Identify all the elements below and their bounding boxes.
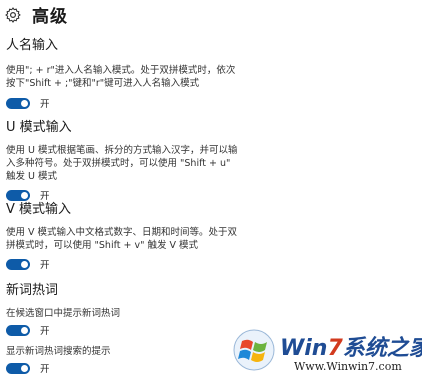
gear-icon [5,6,21,23]
toggle-state-label: 开 [40,260,50,271]
toggle-knob [21,326,28,334]
u-mode-toggle[interactable] [6,189,30,201]
section-title: U 模式输入 [6,120,72,135]
toggle-knob [21,191,28,199]
search-hint-toggle[interactable] [6,362,30,374]
toggle-state-label: 开 [40,99,50,110]
candidate-hint-label: 在候选窗口中提示新词热词 [6,308,121,319]
name-input-toggle[interactable] [6,97,30,109]
settings-page: 高级 人名输入 使用"; + r"进入人名输入模式。处于双拼模式时，依次按下"S… [0,0,422,382]
page-title: 高级 [32,7,68,27]
watermark-url: Www.Winwin7.com [294,360,402,373]
page-header: 高级 [4,2,68,27]
section-u-mode: U 模式输入 使用 U 模式根据笔画、拆分的方式输入汉字，并可以输入多种符号。处… [6,120,416,202]
section-description: 使用 U 模式根据笔画、拆分的方式输入汉字，并可以输入多种符号。处于双拼模式时，… [6,145,238,182]
toggle-state-label: 开 [40,326,50,337]
candidate-hint-toggle[interactable] [6,324,30,336]
section-v-mode: V 模式输入 使用 V 模式输入中文格式数字、日期和时间等。处于双拼模式时，可以… [6,202,416,271]
toggle-state-label: 开 [40,364,50,375]
windows-logo-icon [233,329,275,371]
toggle-knob [21,99,28,107]
section-title: V 模式输入 [6,202,72,217]
v-mode-toggle[interactable] [6,258,30,270]
toggle-state-label: 开 [40,191,50,202]
section-name-input: 人名输入 使用"; + r"进入人名输入模式。处于双拼模式时，依次按下"Shif… [6,38,416,110]
toggle-knob [21,364,28,372]
section-title: 新词热词 [6,283,59,298]
watermark-brand: Win7系统之家 [280,336,422,361]
toggle-knob [21,260,28,268]
section-description: 使用 V 模式输入中文格式数字、日期和时间等。处于双拼模式时，可以使用 "Shi… [6,227,238,251]
section-description: 使用"; + r"进入人名输入模式。处于双拼模式时，依次按下"Shift + ;… [6,65,236,89]
section-title: 人名输入 [6,38,59,53]
site-watermark: Win7系统之家 Www.Winwin7.com [230,326,422,380]
